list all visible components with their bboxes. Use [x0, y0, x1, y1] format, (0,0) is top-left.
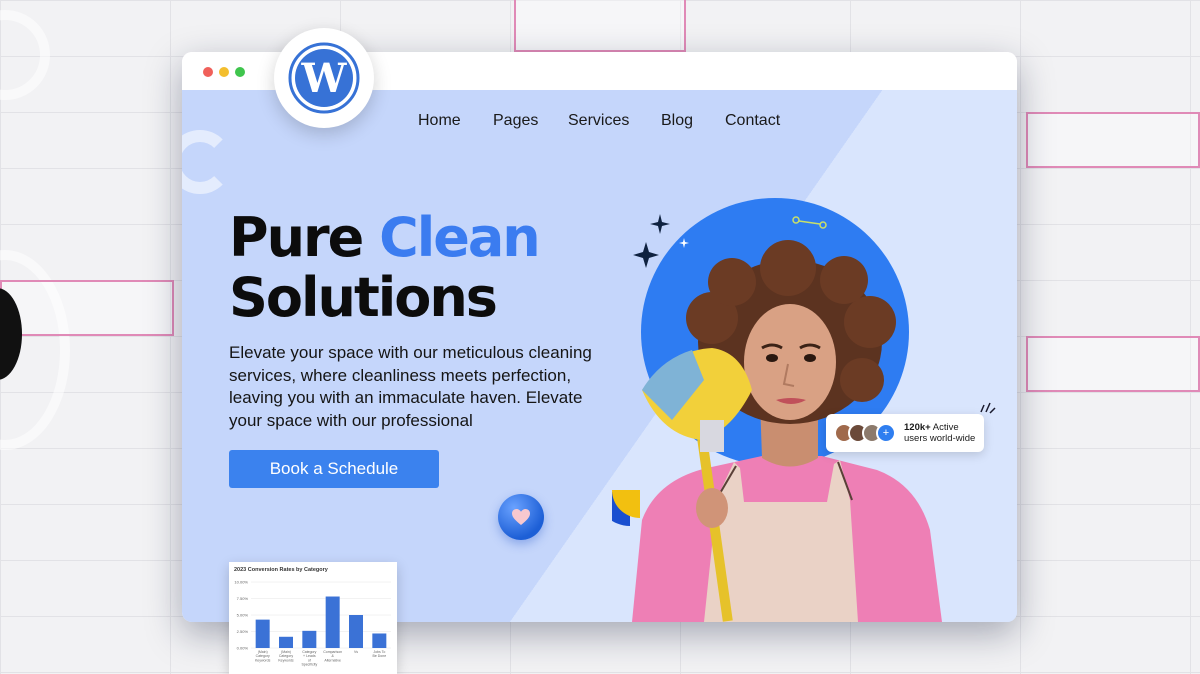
- chart-bar: [302, 630, 317, 648]
- chart-xtick-label: Specificity: [301, 663, 317, 667]
- active-users-text: 120k+ Active users world-wide: [904, 422, 975, 444]
- hero-title-accent: Clean: [379, 206, 541, 269]
- hero-description: Elevate your space with our meticulous c…: [229, 343, 592, 430]
- plus-icon[interactable]: +: [876, 423, 896, 443]
- decor-frame: [0, 280, 174, 336]
- svg-text:W: W: [301, 55, 348, 102]
- heart-button[interactable]: [498, 494, 544, 540]
- conversion-chart-card: 2023 Conversion Rates by Category 10.00%…: [229, 562, 397, 674]
- maximize-window-button[interactable]: [235, 67, 245, 77]
- browser-window: Home Pages Services Blog Contact Pure Cl…: [182, 52, 1017, 622]
- chart-bar: [255, 619, 270, 648]
- minimize-window-button[interactable]: [219, 67, 229, 77]
- close-window-button[interactable]: [203, 67, 213, 77]
- chart-ytick-label: 7.50%: [237, 596, 249, 601]
- hero-title: Pure Clean Solutions: [229, 208, 649, 328]
- nav-home[interactable]: Home: [418, 112, 461, 130]
- book-schedule-button[interactable]: Book a Schedule: [229, 450, 439, 488]
- nav-blog[interactable]: Blog: [661, 112, 693, 130]
- conversion-bar-chart: 10.00%7.50%5.00%2.50%0.00%(Main)Category…: [234, 580, 391, 667]
- active-users-sublabel: users world-wide: [904, 433, 976, 444]
- chart-ytick-label: 0.00%: [237, 646, 249, 651]
- chart-xtick-label: Vs: [354, 650, 358, 654]
- chart-bar: [349, 615, 363, 648]
- decor-frame: [514, 0, 686, 52]
- chart-ytick-label: 10.00%: [234, 580, 248, 585]
- chart-xtick-label: Keywords: [278, 658, 294, 662]
- burst-lines-icon: [980, 402, 996, 414]
- link-decor-icon: [792, 216, 827, 229]
- hero-title-part2: Solutions: [229, 266, 498, 329]
- chart-xtick-label: Alternative: [324, 658, 341, 662]
- chart-bar: [325, 596, 340, 648]
- decor-frame: [1026, 336, 1200, 392]
- wordpress-icon: W: [288, 42, 360, 114]
- nav-contact[interactable]: Contact: [725, 112, 780, 130]
- active-users-count: 120k+: [904, 422, 931, 433]
- active-users-label: Active: [930, 422, 959, 433]
- wordpress-logo: W: [274, 28, 374, 128]
- decor-frame: [1026, 112, 1200, 168]
- chart-ytick-label: 2.50%: [237, 629, 249, 634]
- chart-xtick-label: Be Done: [373, 654, 387, 658]
- chart-bar: [279, 636, 293, 648]
- nav-services[interactable]: Services: [568, 112, 629, 130]
- chart-ytick-label: 5.00%: [237, 613, 249, 618]
- nav-pages[interactable]: Pages: [493, 112, 538, 130]
- website-viewport: Home Pages Services Blog Contact Pure Cl…: [182, 90, 1017, 622]
- chart-xtick-label: Keywords: [255, 658, 271, 662]
- chart-bar: [372, 633, 387, 648]
- hero-title-part1: Pure: [229, 206, 380, 269]
- active-users-badge: + 120k+ Active users world-wide: [826, 414, 984, 452]
- heart-icon: [512, 509, 530, 525]
